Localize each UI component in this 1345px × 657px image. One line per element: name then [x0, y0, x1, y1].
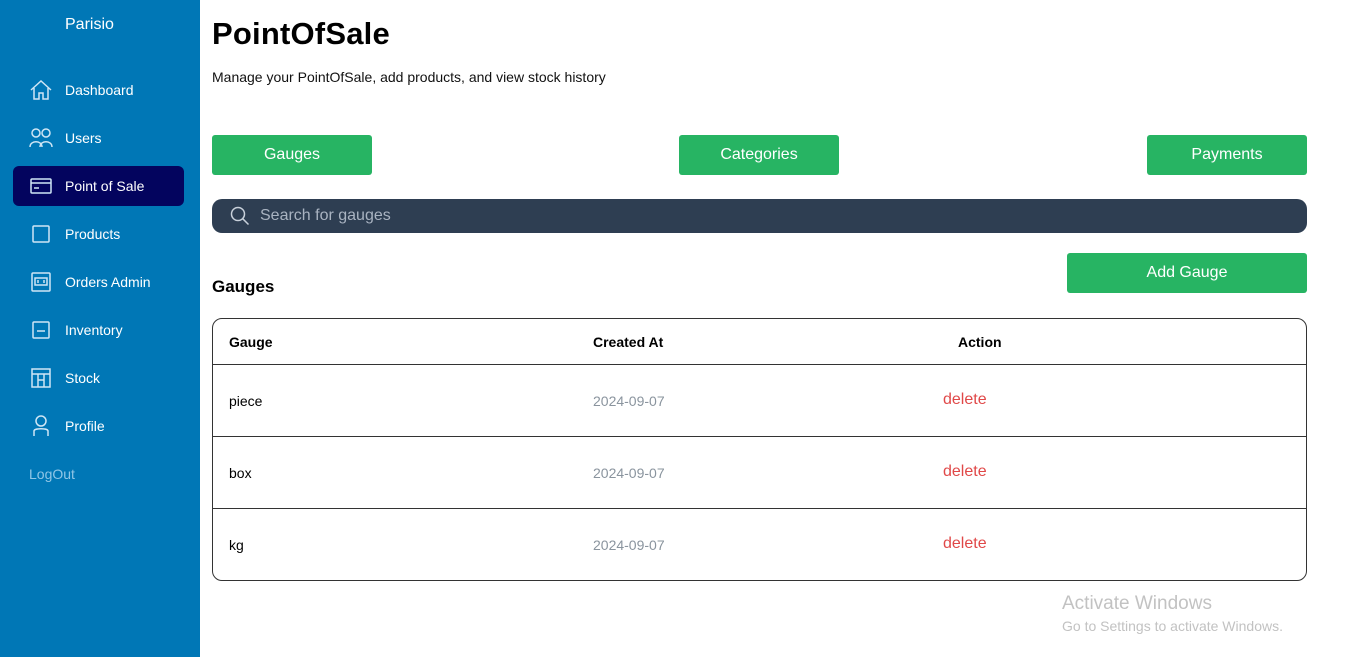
square-icon — [29, 223, 53, 245]
sidebar-item-label: Orders Admin — [65, 274, 151, 290]
sidebar-item-inventory[interactable]: Inventory — [13, 310, 184, 350]
gauges-tab-button[interactable]: Gauges — [212, 135, 372, 175]
section-title: Gauges — [212, 277, 275, 296]
search-icon — [230, 206, 250, 231]
gauge-name-cell: box — [229, 465, 252, 481]
sidebar-item-stock[interactable]: Stock — [13, 358, 184, 398]
column-header-action: Action — [958, 334, 1002, 350]
sidebar-item-profile[interactable]: Profile — [13, 406, 184, 446]
add-gauge-button[interactable]: Add Gauge — [1067, 253, 1307, 293]
logout-link[interactable]: LogOut — [29, 466, 75, 482]
search-bar — [212, 199, 1307, 233]
created-at-cell: 2024-09-07 — [593, 465, 665, 481]
delete-link[interactable]: delete — [943, 391, 987, 409]
column-header-gauge: Gauge — [229, 334, 273, 350]
table-row: piece 2024-09-07 delete — [213, 365, 1306, 437]
sidebar-item-users[interactable]: Users — [13, 118, 184, 158]
stock-icon — [29, 367, 53, 389]
brand-name: Parisio — [65, 16, 114, 33]
table-row: box 2024-09-07 delete — [213, 437, 1306, 509]
sidebar-item-dashboard[interactable]: Dashboard — [13, 70, 184, 110]
sidebar-item-label: Inventory — [65, 322, 123, 338]
page-subtitle: Manage your PointOfSale, add products, a… — [212, 69, 606, 85]
sidebar-item-label: Products — [65, 226, 121, 242]
activate-windows-watermark: Activate Windows Go to Settings to activ… — [1062, 593, 1283, 635]
sidebar: Parisio Dashboard Users Point of Sale Pr… — [0, 0, 200, 657]
delete-link[interactable]: delete — [943, 463, 987, 481]
categories-tab-button[interactable]: Categories — [679, 135, 839, 175]
profile-icon — [29, 415, 53, 437]
watermark-subtitle: Go to Settings to activate Windows. — [1062, 618, 1283, 634]
sidebar-item-label: Users — [65, 130, 102, 146]
sidebar-item-label: Stock — [65, 370, 101, 386]
home-icon — [29, 79, 53, 101]
column-header-created-at: Created At — [593, 334, 664, 350]
delete-link[interactable]: delete — [943, 535, 987, 553]
sidebar-item-point-of-sale[interactable]: Point of Sale — [13, 166, 184, 206]
sidebar-item-label: Profile — [65, 418, 105, 434]
watermark-title: Activate Windows — [1062, 593, 1212, 614]
gauge-name-cell: kg — [229, 537, 244, 553]
main-content: PointOfSale Manage your PointOfSale, add… — [212, 0, 1307, 657]
created-at-cell: 2024-09-07 — [593, 537, 665, 553]
orders-icon — [29, 271, 53, 293]
sidebar-item-products[interactable]: Products — [13, 214, 184, 254]
search-input[interactable] — [260, 199, 1290, 233]
inventory-icon — [29, 319, 53, 341]
page-title: PointOfSale — [212, 16, 390, 51]
gauges-table: Gauge Created At Action piece 2024-09-07… — [212, 318, 1307, 581]
created-at-cell: 2024-09-07 — [593, 393, 665, 409]
payments-tab-button[interactable]: Payments — [1147, 135, 1307, 175]
sidebar-item-orders-admin[interactable]: Orders Admin — [13, 262, 184, 302]
table-header: Gauge Created At Action — [213, 319, 1306, 365]
users-icon — [29, 127, 53, 149]
sidebar-item-label: Point of Sale — [65, 178, 145, 194]
sidebar-item-label: Dashboard — [65, 82, 134, 98]
card-icon — [29, 175, 53, 197]
gauge-name-cell: piece — [229, 393, 263, 409]
table-row: kg 2024-09-07 delete — [213, 509, 1306, 580]
